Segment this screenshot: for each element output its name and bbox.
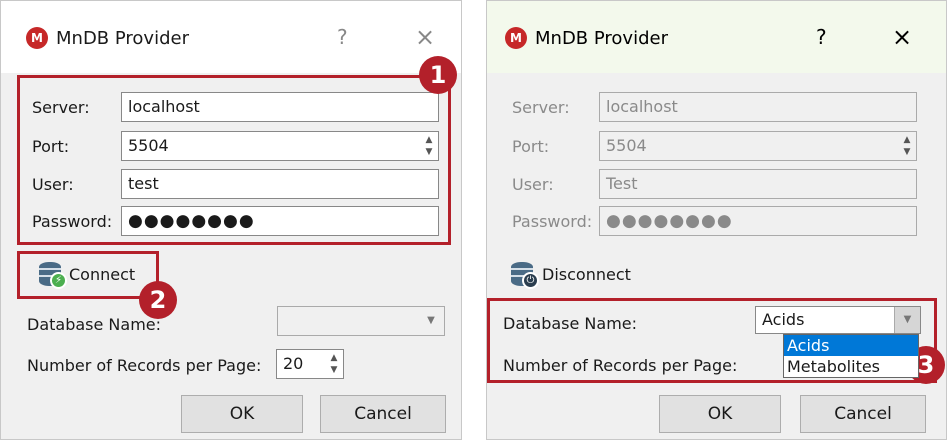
chevron-down-icon: ▼ (427, 315, 435, 326)
port-value: 5504 (606, 136, 647, 155)
right-dialog-title: MnDB Provider (535, 28, 668, 49)
cancel-button[interactable]: Cancel (320, 395, 446, 433)
left-dialog: M MnDB Provider ? × Server: localhost Po… (0, 0, 462, 440)
disconnect-button[interactable]: Disconnect (542, 265, 631, 284)
option-metabolites[interactable]: Metabolites (784, 356, 918, 377)
right-titlebar: M MnDB Provider ? × (487, 1, 946, 73)
server-input[interactable]: localhost (599, 92, 917, 122)
database-name-label: Database Name: (27, 315, 162, 334)
password-input[interactable]: ●●●●●●●● (599, 206, 917, 236)
user-label: User: (512, 175, 554, 194)
database-options-list: Acids Metabolites (783, 334, 919, 378)
left-dialog-title: MnDB Provider (56, 28, 189, 49)
help-button[interactable]: ? (816, 25, 827, 49)
port-input[interactable]: 5504 ▲ ▼ (599, 131, 917, 161)
mndb-logo-icon: M (26, 27, 48, 49)
left-titlebar: M MnDB Provider ? × (1, 1, 461, 73)
step-marker-2: 2 (139, 281, 177, 319)
option-acids[interactable]: Acids (784, 335, 918, 356)
close-icon[interactable]: × (892, 23, 912, 51)
mndb-logo-icon: M (505, 27, 527, 49)
password-label: Password: (512, 212, 593, 231)
user-input[interactable]: Test (599, 169, 917, 199)
records-per-page-label: Number of Records per Page: (27, 356, 262, 375)
highlight-box-1 (17, 75, 451, 245)
ok-button[interactable]: OK (659, 395, 781, 433)
records-spinner[interactable]: ▲ ▼ (327, 352, 341, 376)
port-spinner[interactable]: ▲ ▼ (900, 134, 914, 158)
port-label: Port: (512, 137, 550, 156)
records-per-page-input[interactable]: 20 ▲ ▼ (276, 349, 344, 379)
ok-button[interactable]: OK (181, 395, 303, 433)
highlight-box-2 (17, 251, 159, 299)
database-disconnect-icon: ⏻ (511, 262, 539, 289)
cancel-button[interactable]: Cancel (800, 395, 926, 433)
step-marker-1: 1 (419, 56, 457, 94)
database-name-select[interactable]: ▼ (277, 306, 445, 336)
help-button[interactable]: ? (337, 25, 348, 49)
close-icon[interactable]: × (415, 23, 435, 51)
server-label: Server: (512, 98, 570, 117)
